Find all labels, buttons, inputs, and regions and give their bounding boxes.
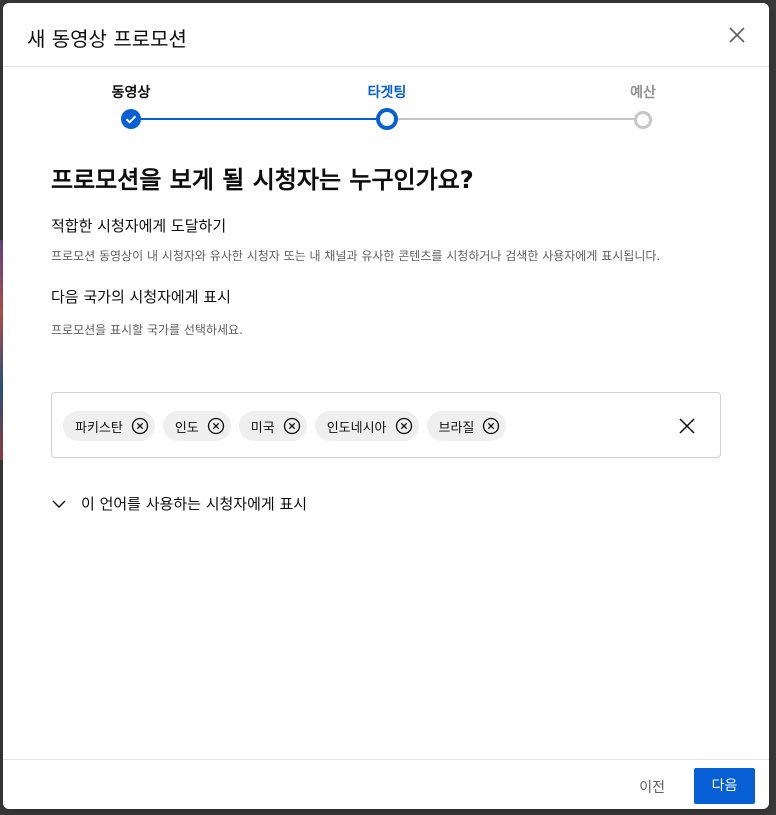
previous-button[interactable]: 이전 <box>627 770 677 806</box>
country-chip-label: 브라질 <box>438 420 475 436</box>
close-button[interactable] <box>725 23 749 47</box>
progress-track-complete <box>131 118 387 120</box>
section-title-reach: 적합한 시청자에게 도달하기 <box>51 217 227 235</box>
remove-circle-icon[interactable] <box>283 417 301 435</box>
remove-circle-icon[interactable] <box>131 417 149 435</box>
next-button[interactable]: 다음 <box>694 768 755 804</box>
clear-all-button[interactable] <box>676 415 698 437</box>
country-chip[interactable]: 브라질 <box>426 411 507 441</box>
section-title-countries: 다음 국가의 시청자에게 표시 <box>51 288 231 306</box>
country-chip-label: 인도네시아 <box>326 420 387 436</box>
country-chip[interactable]: 미국 <box>238 411 307 441</box>
step-dot-active <box>376 108 398 130</box>
remove-circle-icon[interactable] <box>482 417 500 435</box>
remove-circle-icon[interactable] <box>207 417 225 435</box>
section-desc-reach: 프로모션 동영상이 내 시청자와 유사한 시청자 또는 내 채널과 유사한 콘텐… <box>51 249 661 263</box>
dialog-header: 새 동영상 프로모션 <box>3 3 769 67</box>
step-dot-pending <box>634 111 652 129</box>
step-label-video: 동영상 <box>111 85 151 101</box>
step-label-budget: 예산 <box>630 85 656 101</box>
targeting-content: 프로모션을 보게 될 시청자는 누구인가요? 적합한 시청자에게 도달하기 프로… <box>51 163 723 338</box>
country-chip-label: 인도 <box>174 420 199 436</box>
dialog-title: 새 동영상 프로모션 <box>27 27 187 51</box>
country-chip-label: 미국 <box>250 420 275 436</box>
language-targeting-toggle[interactable]: 이 언어를 사용하는 시청자에게 표시 <box>51 493 307 514</box>
language-targeting-label: 이 언어를 사용하는 시청자에게 표시 <box>81 495 308 513</box>
country-chip[interactable]: 인도 <box>162 411 231 441</box>
remove-circle-icon[interactable] <box>395 417 413 435</box>
promotion-dialog: 새 동영상 프로모션 동영상 타겟팅 예산 프로모션을 보게 될 시청자는 누구… <box>3 3 769 809</box>
country-chip-label: 파키스탄 <box>75 420 123 436</box>
clear-all-icon <box>679 418 695 434</box>
country-chip[interactable]: 파키스탄 <box>63 411 155 441</box>
dialog-footer: 이전 다음 <box>3 759 769 809</box>
country-chip[interactable]: 인도네시아 <box>314 411 419 441</box>
country-select-field[interactable]: 파키스탄 인도 미국 인도네시아 브라질 <box>51 392 721 458</box>
check-icon <box>125 115 137 124</box>
progress-track-remaining <box>387 118 643 120</box>
page-heading: 프로모션을 보게 될 시청자는 누구인가요? <box>51 166 474 194</box>
country-chip-list: 파키스탄 인도 미국 인도네시아 브라질 <box>63 411 507 441</box>
step-dot-completed <box>121 109 141 129</box>
step-label-targeting: 타겟팅 <box>367 85 407 101</box>
progress-stepper: 동영상 타겟팅 예산 <box>3 66 769 146</box>
close-icon <box>729 27 745 43</box>
section-desc-countries: 프로모션을 표시할 국가를 선택하세요. <box>51 323 243 337</box>
chevron-down-icon <box>52 500 66 508</box>
